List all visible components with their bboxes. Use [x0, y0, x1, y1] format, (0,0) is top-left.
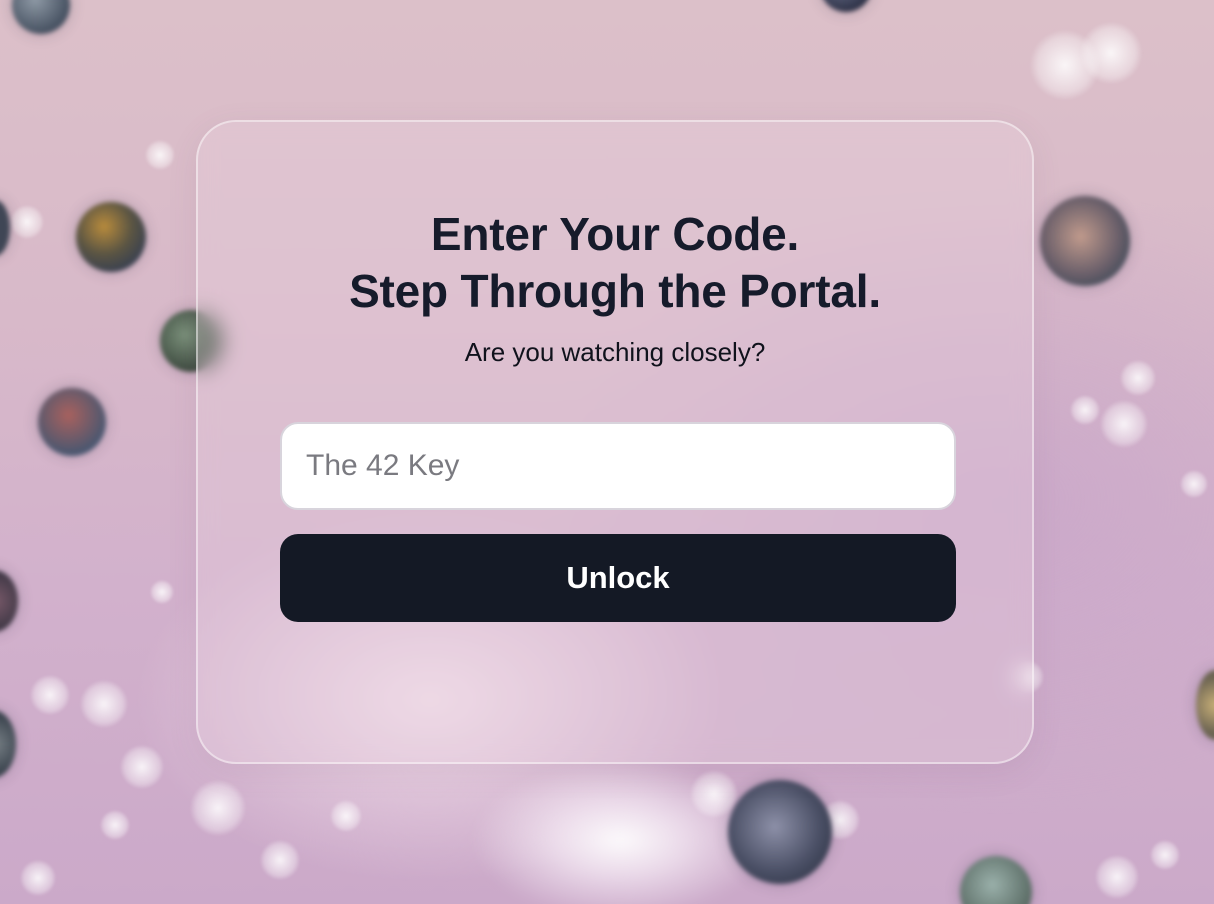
code-input[interactable]	[280, 422, 956, 510]
unlock-button[interactable]: Unlock	[280, 534, 956, 622]
subtitle: Are you watching closely?	[464, 337, 766, 367]
page-title: Enter Your Code. Step Through the Portal…	[198, 206, 1032, 320]
portal-card: Enter Your Code. Step Through the Portal…	[196, 120, 1034, 764]
title-line-1: Enter Your Code.	[430, 208, 800, 260]
title-line-2: Step Through the Portal.	[349, 265, 881, 317]
